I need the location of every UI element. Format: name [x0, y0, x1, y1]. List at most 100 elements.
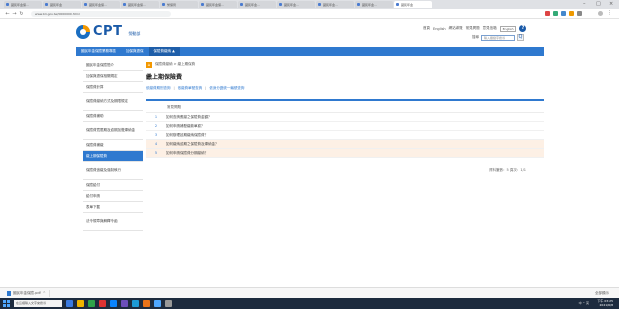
taskbar-app-icon[interactable] — [110, 300, 117, 307]
taskbar-app-icon[interactable] — [143, 300, 150, 307]
search-label: 搜尋 — [472, 35, 479, 39]
site-search: 搜尋 輸入關鍵字搜尋 Q — [472, 34, 524, 41]
taskbar-app-icon[interactable] — [154, 300, 161, 307]
maximize-icon[interactable]: □ — [596, 1, 601, 7]
faq-row[interactable]: 5 如何申請保險費分期繳納？ — [146, 149, 544, 158]
taskbar: 在這裡輸入文字來搜尋 中 ^ 英 下午 03:25 2021/6/8 — [0, 298, 619, 309]
profile-icon[interactable] — [598, 11, 603, 16]
sidebar-item[interactable]: 繳上期保險費 — [83, 151, 143, 162]
favicon-icon — [6, 3, 9, 6]
sidebar-item[interactable]: 國民年金保險簡介 — [83, 60, 143, 71]
favicon-icon — [162, 3, 165, 6]
home-icon[interactable]: ⌂ — [146, 61, 152, 68]
favicon-icon — [84, 3, 87, 6]
sidebar-item[interactable]: 給付申請 — [83, 191, 143, 202]
tab-label: 國民年金... — [323, 2, 338, 7]
row-link[interactable]: 如何辦理延期繳納保險費？ — [166, 133, 208, 138]
browser-tab[interactable]: 國民年金保... — [199, 1, 237, 8]
sidebar-item[interactable]: 法令規章與解釋令函 — [83, 213, 143, 231]
menu-icon[interactable]: ⋮ — [607, 11, 612, 16]
nav-item[interactable]: 國民年金保險業務專區 — [76, 47, 121, 56]
nav-item[interactable]: 保險費繳納 ▲ — [148, 47, 180, 56]
extension-icon[interactable] — [545, 11, 550, 16]
browser-tab[interactable]: 國民年金... — [316, 1, 354, 8]
sidebar-item[interactable]: 保險給付 — [83, 180, 143, 191]
taskbar-app-icon[interactable] — [99, 300, 106, 307]
logo-subtitle: 勞動部 — [128, 30, 141, 36]
tab-label: 勞保局 — [167, 2, 177, 7]
main-nav: 國民年金保險業務專區 加保與退保 保險費繳納 ▲ — [76, 47, 544, 56]
start-icon[interactable] — [2, 299, 11, 308]
extension-icon[interactable] — [561, 11, 566, 16]
taskbar-search[interactable]: 在這裡輸入文字來搜尋 — [14, 300, 62, 307]
taskbar-app-icon[interactable] — [77, 300, 84, 307]
browser-tab[interactable]: 國民年金... — [277, 1, 315, 8]
close-icon[interactable]: × — [609, 1, 613, 7]
top-link-home[interactable]: 首頁 — [423, 26, 430, 31]
chevron-up-icon[interactable]: ^ — [43, 291, 46, 295]
system-tray[interactable]: 中 ^ 英 — [579, 301, 589, 305]
extension-icon[interactable] — [553, 11, 558, 16]
browser-tab[interactable]: 勞保局 — [160, 1, 198, 8]
browser-tab[interactable]: 國民年金 — [394, 1, 432, 8]
download-name: 國民年金保險.pdf — [13, 290, 41, 295]
extension-icon[interactable] — [569, 11, 574, 16]
sidebar-item[interactable]: 保險費補繳 — [83, 140, 143, 151]
browser-tab[interactable]: 國民年金... — [238, 1, 276, 8]
taskbar-app-icon[interactable] — [88, 300, 95, 307]
sidebar-item[interactable]: 保險費計算 — [83, 82, 143, 93]
address-bar[interactable]: www.bli.gov.tw/0000000.html — [31, 10, 171, 17]
filter-link[interactable]: 依繳費單號查詢 — [178, 86, 203, 91]
tab-label: 國民年金... — [284, 2, 299, 7]
taskbar-app-icon[interactable] — [121, 300, 128, 307]
sidebar-item[interactable]: 保險費補助 — [83, 111, 143, 122]
download-item[interactable]: 國民年金保險.pdf ^ — [4, 289, 50, 297]
faq-row[interactable]: 2 如何申請補發繳款單據？ — [146, 122, 544, 131]
taskbar-app-icon[interactable] — [165, 300, 172, 307]
taskbar-app-icon[interactable] — [66, 300, 73, 307]
forward-icon[interactable]: → — [11, 11, 18, 17]
language-button[interactable]: English — [499, 25, 517, 32]
site-logo[interactable]: CPT 勞動部 — [76, 24, 140, 39]
top-link-faq[interactable]: 常見問題 — [466, 26, 480, 31]
extension-icon[interactable] — [577, 11, 582, 16]
search-input[interactable]: 輸入關鍵字搜尋 — [481, 34, 515, 41]
favicon-icon — [357, 3, 360, 6]
sidebar-item[interactable]: 保險費繳納方式及期限規定 — [83, 93, 143, 111]
top-link-mailbox[interactable]: 意見信箱 — [483, 26, 497, 31]
browser-tab[interactable]: 國民年金保... — [121, 1, 159, 8]
back-icon[interactable]: ← — [4, 11, 11, 17]
clock-date: 2021/6/8 — [599, 303, 613, 307]
sidebar-item[interactable]: 保險費追繳及強制執行 — [83, 162, 143, 180]
browser-tab[interactable]: 國民年金保... — [82, 1, 120, 8]
top-link-sitemap[interactable]: 網站導覽 — [449, 26, 463, 31]
browser-tab[interactable]: 國民年金... — [355, 1, 393, 8]
sidebar-item[interactable]: 加保與退保相關規定 — [83, 71, 143, 82]
reload-icon[interactable]: ↻ — [18, 11, 25, 17]
breadcrumb-text[interactable]: 保險費繳納 > 繳上期保費 — [155, 62, 195, 67]
browser-tab[interactable]: 國民年金 — [43, 1, 81, 8]
row-link[interactable]: 如何查詢應繳之保險費金額？ — [166, 115, 212, 120]
help-icon[interactable]: ? — [519, 25, 527, 32]
faq-row[interactable]: 3 如何辦理延期繳納保險費？ — [146, 131, 544, 140]
taskbar-app-icon[interactable] — [132, 300, 139, 307]
faq-row[interactable]: 4 如何繳納逾期之保險費及滯納金？ — [146, 140, 544, 149]
browser-tab[interactable]: 國民年金保... — [4, 1, 42, 8]
search-button[interactable]: Q — [517, 34, 524, 41]
show-all-button[interactable]: 全部顯示 — [595, 291, 609, 296]
row-link[interactable]: 如何申請保險費分期繳納？ — [166, 151, 208, 156]
favicon-icon — [240, 3, 243, 6]
filter-link[interactable]: 依繳費期別查詢 — [146, 86, 171, 91]
tab-label: 國民年金保... — [11, 2, 29, 7]
sidebar-item[interactable]: 表單下載 — [83, 202, 143, 213]
sidebar-item[interactable]: 保險費寬限期及逾期加徵滯納金 — [83, 122, 143, 140]
row-number: 3 — [154, 133, 158, 137]
top-link-english[interactable]: English — [433, 27, 446, 31]
nav-item[interactable]: 加保與退保 — [121, 47, 149, 56]
faq-row[interactable]: 1 如何查詢應繳之保險費金額？ — [146, 113, 544, 122]
clock[interactable]: 下午 03:25 2021/6/8 — [597, 299, 613, 307]
row-link[interactable]: 如何繳納逾期之保險費及滯納金？ — [166, 142, 219, 147]
row-link[interactable]: 如何申請補發繳款單據？ — [166, 124, 205, 129]
minimize-icon[interactable]: – — [583, 1, 586, 7]
filter-link[interactable]: 依身分證統一編號查詢 — [209, 86, 244, 91]
